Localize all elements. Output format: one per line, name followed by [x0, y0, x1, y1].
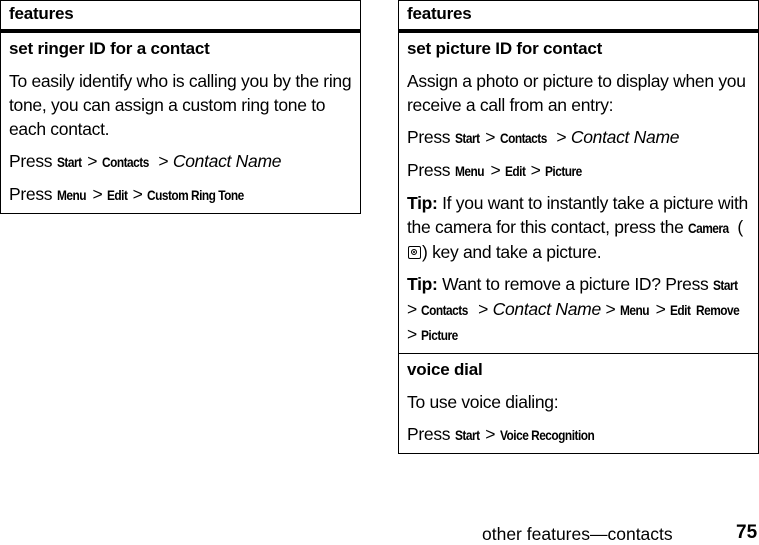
placeholder-text: Contact Name — [570, 127, 680, 147]
key-name: Edit — [107, 187, 128, 203]
key-name: Start — [454, 427, 480, 443]
key-name: Contacts — [101, 154, 149, 170]
instruction-step: Press Menu > Edit > Custom Ring Tone — [9, 182, 352, 207]
key-name: Edit — [670, 302, 691, 318]
tip-label: Tip: — [407, 193, 438, 213]
left-features-table: features set ringer ID for a contact To … — [0, 0, 361, 214]
tip: Tip: If you want to instantly take a pic… — [407, 193, 748, 262]
key-name: Custom Ring Tone — [147, 187, 244, 203]
section-description: Assign a photo or picture to display whe… — [407, 71, 746, 115]
key-name: Menu — [619, 302, 650, 318]
instruction-step: Press Start > Voice Recognition — [407, 422, 750, 447]
page-number: 75 — [736, 522, 758, 543]
key-name: Start — [454, 130, 480, 146]
key-name: Menu — [56, 187, 87, 203]
tip: Tip: Want to remove a picture ID? Press … — [407, 272, 750, 347]
key-name: Contacts — [499, 130, 547, 146]
table-header: features — [1, 1, 360, 33]
section-title: set ringer ID for a contact — [9, 39, 210, 58]
section-description: To easily identify who is calling you by… — [9, 71, 352, 139]
section-set-ringer-id: set ringer ID for a contact To easily id… — [1, 33, 360, 213]
key-name: Edit — [505, 163, 526, 179]
instruction-step: Press Menu > Edit > Picture — [407, 158, 750, 183]
key-name: Voice Recognition — [499, 427, 595, 443]
section-description: To use voice dialing: — [407, 392, 559, 412]
tip-label: Tip: — [407, 274, 438, 294]
key-name: Camera — [688, 220, 729, 236]
footer-section-title: other features—contacts — [482, 524, 673, 544]
section-voice-dial: voice dial To use voice dialing: Press S… — [399, 353, 758, 453]
key-name: Contacts — [421, 302, 469, 318]
key-name: Remove — [695, 302, 740, 318]
section-title: set picture ID for contact — [407, 39, 603, 58]
camera-icon — [408, 246, 421, 259]
key-name: Start — [56, 154, 82, 170]
section-set-picture-id: set picture ID for contact Assign a phot… — [399, 33, 758, 353]
key-name: Picture — [421, 327, 459, 343]
table-header: features — [399, 1, 758, 33]
key-name: Start — [713, 277, 738, 293]
placeholder-text: Contact Name — [172, 151, 282, 171]
instruction-step: Press Start > Contacts > Contact Name — [9, 149, 352, 174]
section-title: voice dial — [407, 360, 483, 379]
placeholder-text: Contact Name — [492, 299, 602, 319]
key-name: Picture — [545, 163, 582, 179]
right-features-table: features set picture ID for contact Assi… — [398, 0, 759, 454]
instruction-step: Press Start > Contacts > Contact Name — [407, 125, 750, 150]
key-name: Menu — [454, 163, 485, 179]
